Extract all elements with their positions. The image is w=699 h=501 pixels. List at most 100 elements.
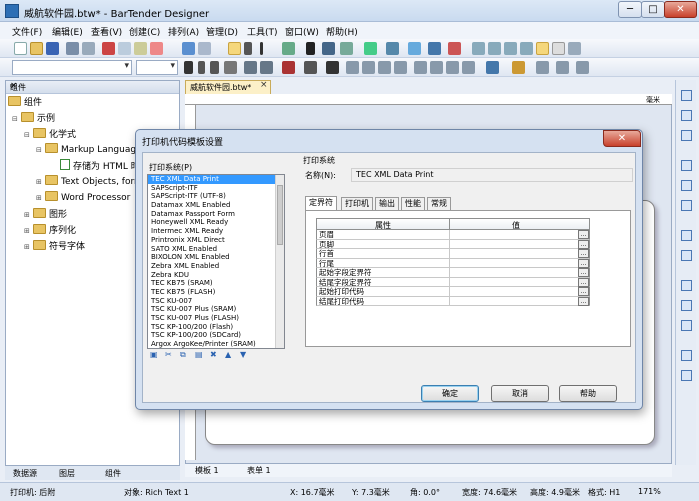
- name-field[interactable]: TEC XML Data Print: [351, 168, 633, 182]
- printer-list-item[interactable]: SATO XML Enabled: [148, 245, 284, 254]
- new-item-icon[interactable]: ▣: [150, 350, 158, 359]
- select-tool-icon[interactable]: [228, 42, 241, 55]
- text-cursor-icon[interactable]: [244, 42, 252, 55]
- tab-layers[interactable]: 图层: [59, 468, 75, 479]
- italic-icon[interactable]: [198, 61, 205, 74]
- printer-list-item[interactable]: TSC KP-100/200 (Flash): [148, 323, 284, 332]
- menu-arrange[interactable]: 排列(A): [168, 25, 199, 38]
- printer-system-list[interactable]: TEC XML Data Print SAPScript-ITF SAPScript…: [147, 174, 285, 349]
- tab-template-1[interactable]: 模板 1: [195, 465, 219, 476]
- grid-row[interactable]: 页眉...: [316, 230, 590, 240]
- ellipsis-button[interactable]: ...: [578, 249, 589, 258]
- tab-output[interactable]: 输出: [375, 197, 399, 210]
- strikethrough-icon[interactable]: [224, 61, 237, 74]
- printer-list-item[interactable]: SAPScript-ITF: [148, 184, 284, 193]
- align-right-icon[interactable]: [378, 61, 391, 74]
- printer-list-item[interactable]: Zebra XML Enabled: [148, 262, 284, 271]
- ellipsis-button[interactable]: ...: [578, 239, 589, 249]
- printer-list-item[interactable]: Zebra KDU: [148, 271, 284, 280]
- list-scrollbar[interactable]: [275, 175, 284, 348]
- zoom-out-icon[interactable]: [488, 42, 501, 55]
- snap-icon[interactable]: [428, 42, 441, 55]
- grid-icon[interactable]: [408, 42, 421, 55]
- cancel-button[interactable]: 取消: [491, 385, 549, 402]
- expand-icon[interactable]: ⊞: [36, 194, 45, 202]
- align-center-icon[interactable]: [362, 61, 375, 74]
- align-center-h-icon[interactable]: [681, 110, 692, 121]
- font-combo[interactable]: [12, 60, 132, 75]
- move-down-icon[interactable]: ▼: [240, 350, 246, 359]
- zoom-level[interactable]: 171%: [638, 487, 661, 496]
- menu-manage[interactable]: 管理(D): [206, 25, 238, 38]
- text-object-icon[interactable]: [306, 42, 315, 55]
- ellipsis-button[interactable]: ...: [578, 287, 589, 296]
- print-preview-icon[interactable]: [82, 42, 95, 55]
- copy-icon[interactable]: [118, 42, 131, 55]
- font-size-combo[interactable]: [136, 60, 178, 75]
- tab-data-sources[interactable]: 数据源: [13, 468, 37, 479]
- ellipsis-button[interactable]: ...: [578, 258, 589, 268]
- redo-icon[interactable]: [198, 42, 211, 55]
- tree-item-text-objects[interactable]: ⊞ Text Objects, form: [36, 175, 143, 189]
- new-icon[interactable]: [14, 42, 27, 55]
- align-bottom-edge-icon[interactable]: [681, 200, 692, 211]
- collapse-icon[interactable]: ⊟: [12, 115, 21, 123]
- tree-item-chemistry[interactable]: ⊟ 化学式: [24, 127, 76, 141]
- word-art-icon[interactable]: [326, 61, 339, 74]
- cut-item-icon[interactable]: ✂: [165, 350, 172, 359]
- align-middle-icon[interactable]: [430, 61, 443, 74]
- panel-close-icon[interactable]: ×: [10, 81, 175, 91]
- align-left-edge-icon[interactable]: [681, 90, 692, 101]
- printer-list-item[interactable]: TSC KU-007: [148, 297, 284, 306]
- layout-icon[interactable]: [568, 42, 581, 55]
- expand-icon[interactable]: ⊞: [24, 227, 33, 235]
- printer-list-item[interactable]: TSC KU-007 Plus (SRAM): [148, 305, 284, 314]
- picture-icon[interactable]: [364, 42, 377, 55]
- tree-item-examples[interactable]: ⊟ 示例: [12, 111, 55, 125]
- zoom-fit-icon[interactable]: [504, 42, 517, 55]
- menu-edit[interactable]: 编辑(E): [52, 25, 83, 38]
- menu-tools[interactable]: 工具(T): [247, 25, 278, 38]
- table-icon[interactable]: [386, 42, 399, 55]
- printer-list-item[interactable]: Argox ArgoKee/Printer (SRAM): [148, 340, 284, 348]
- printer-list-item[interactable]: SAPScript-ITF (UTF-8): [148, 192, 284, 201]
- ellipsis-button[interactable]: ...: [578, 230, 589, 239]
- menu-view[interactable]: 查看(V): [91, 25, 122, 38]
- grid-row[interactable]: 页脚...: [316, 239, 590, 249]
- grid-row[interactable]: 结尾打印代码...: [316, 296, 590, 306]
- printer-list-item[interactable]: Intermec XML Ready: [148, 227, 284, 236]
- justify-icon[interactable]: [394, 61, 407, 74]
- same-height-icon[interactable]: [681, 300, 692, 311]
- tree-item-symbol-fonts[interactable]: ⊞ 符号字体: [24, 239, 85, 253]
- tab-delimiters[interactable]: 定界符: [305, 196, 337, 210]
- printer-list-item[interactable]: BIXOLON XML Enabled: [148, 253, 284, 262]
- printer-list-item[interactable]: TSC KP-100/200 (SDCard): [148, 331, 284, 340]
- document-tab-close-icon[interactable]: ×: [260, 80, 268, 90]
- superscript-icon[interactable]: [244, 61, 257, 74]
- scroll-thumb[interactable]: [277, 185, 283, 245]
- help-button[interactable]: 帮助: [559, 385, 617, 402]
- fill-color-icon[interactable]: [512, 61, 525, 74]
- subscript-icon[interactable]: [260, 61, 273, 74]
- font-color-icon[interactable]: [282, 61, 295, 74]
- page-setup-icon[interactable]: [552, 42, 565, 55]
- copy-item-icon[interactable]: ⧉: [180, 350, 186, 360]
- document-tab[interactable]: 威航软件园.btw*: [185, 80, 271, 94]
- tree-item-save-as-html[interactable]: 存储为 HTML 时: [60, 159, 140, 173]
- tab-printer[interactable]: 打印机: [341, 197, 373, 210]
- zoom-in-icon[interactable]: [472, 42, 485, 55]
- cut-icon[interactable]: [102, 42, 115, 55]
- center-page-h-icon[interactable]: [681, 350, 692, 361]
- bold-icon[interactable]: [184, 61, 193, 74]
- menu-file[interactable]: 文件(F): [12, 25, 42, 38]
- line-color-icon[interactable]: [486, 61, 499, 74]
- view-mode-icon[interactable]: [536, 42, 549, 55]
- line-icon[interactable]: [322, 42, 335, 55]
- expand-icon[interactable]: ⊞: [24, 211, 33, 219]
- paste-icon[interactable]: [134, 42, 147, 55]
- font-size-up-icon[interactable]: [304, 61, 317, 74]
- align-right-edge-icon[interactable]: [681, 130, 692, 141]
- ok-button[interactable]: 确定: [421, 385, 479, 402]
- menu-create[interactable]: 创建(C): [129, 25, 160, 38]
- ellipsis-button[interactable]: ...: [578, 277, 589, 287]
